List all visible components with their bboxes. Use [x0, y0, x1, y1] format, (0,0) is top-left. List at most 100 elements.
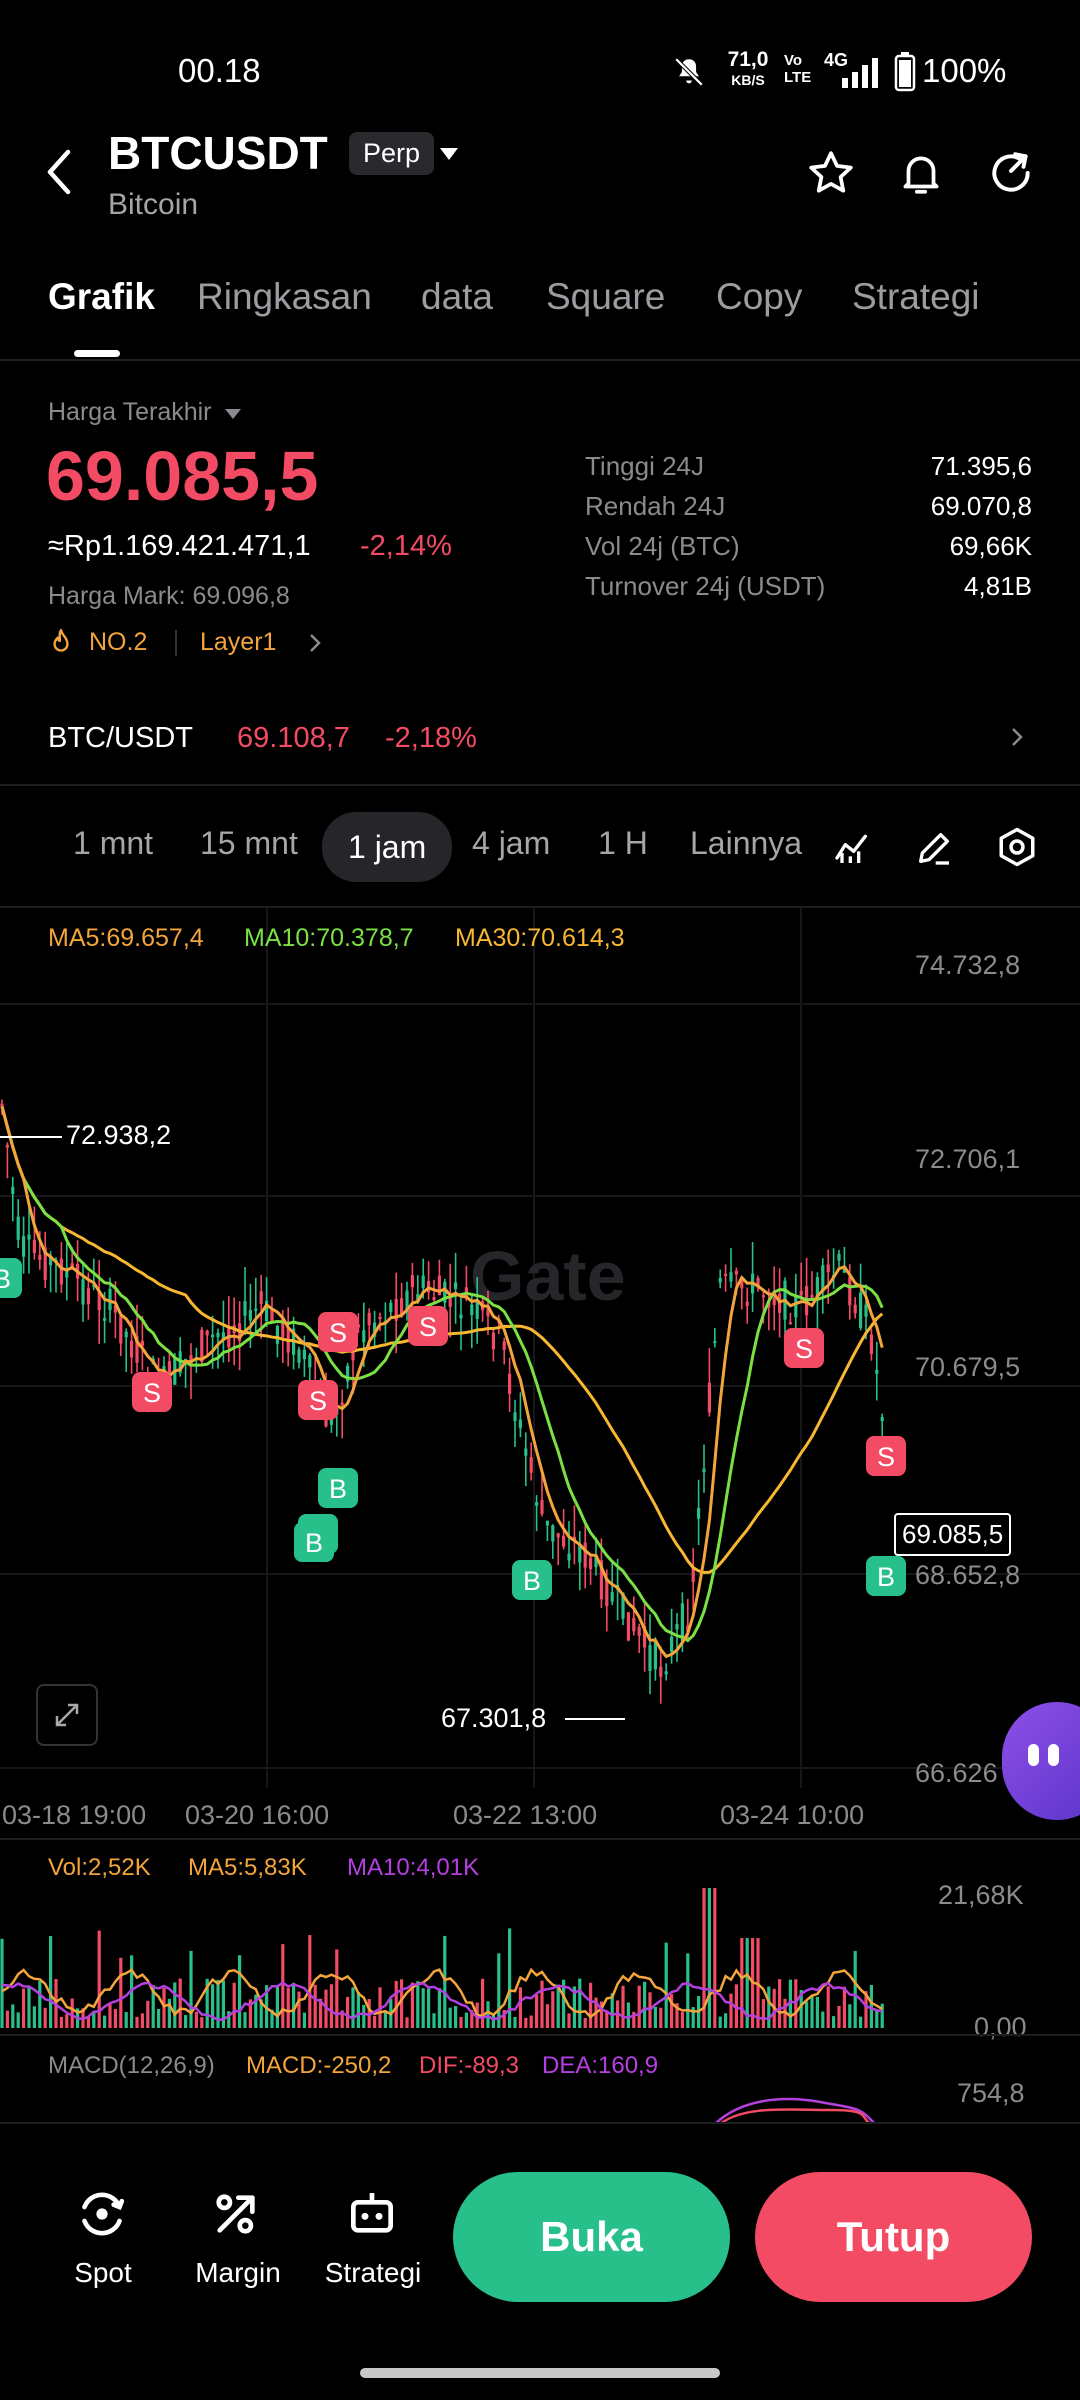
interval-1h[interactable]: 1 jam [322, 812, 453, 882]
volume-bar [292, 1982, 296, 2028]
spot-chevron-icon[interactable] [1010, 726, 1024, 748]
tab-grafik[interactable]: Grafik [48, 276, 155, 318]
volume-bar [815, 1996, 819, 2028]
spot-icon[interactable] [74, 2186, 130, 2242]
candle-body [86, 1288, 90, 1305]
macd-value: MACD:-250,2 [246, 2052, 392, 2079]
interval-1d[interactable]: 1 H [598, 825, 648, 862]
volume-bar [59, 2017, 63, 2028]
strategy-nav[interactable]: Strategi [313, 2257, 433, 2289]
volume-bar [859, 2016, 863, 2028]
spot-pair: BTC/USDT [48, 722, 193, 754]
tab-square[interactable]: Square [546, 276, 665, 318]
tab-data[interactable]: data [421, 276, 493, 318]
vol-ma5-line [1, 1967, 883, 2019]
perp-badge[interactable]: Perp [349, 132, 435, 175]
candle-body [389, 1302, 393, 1312]
volume-bar [238, 1955, 242, 2028]
spot-nav[interactable]: Spot [43, 2257, 163, 2289]
asset-name: Bitcoin [108, 188, 199, 221]
category-tag[interactable]: Layer1 [200, 628, 276, 657]
candle-body [211, 1334, 215, 1338]
chevron-right-icon[interactable] [308, 632, 322, 654]
candle-body [675, 1623, 679, 1630]
indicator-icon[interactable] [832, 828, 872, 868]
expand-chart-button[interactable] [36, 1684, 98, 1746]
interval-4h[interactable]: 4 jam [472, 825, 550, 862]
time-axis-label: 03-20 16:00 [185, 1800, 330, 1830]
volume-bar [416, 1981, 420, 2028]
svg-text:B: B [877, 1562, 895, 1592]
volume-bar [221, 1980, 225, 2028]
vol-legend: Vol:2,52K [48, 1854, 151, 1881]
candle-body [302, 1349, 306, 1360]
svg-text:S: S [143, 1378, 161, 1408]
high-marker-label: 72.938,2 [66, 1120, 172, 1150]
candle-body [637, 1626, 641, 1636]
settings-icon[interactable] [996, 826, 1038, 868]
candle-body [632, 1617, 636, 1632]
volume-bar [346, 1996, 350, 2028]
star-icon[interactable] [806, 148, 856, 198]
interval-1m[interactable]: 1 mnt [73, 825, 153, 862]
volume-chart [0, 1888, 884, 2028]
back-icon[interactable] [44, 148, 74, 196]
dea-value: DEA:160,9 [542, 2052, 659, 2079]
dif-value: DIF:-89,3 [419, 2052, 520, 2079]
price-axis-label: 74.732,8 [915, 950, 1021, 980]
candle-body [589, 1557, 593, 1570]
volume-bar [637, 1985, 641, 2028]
last-price: 69.085,5 [46, 437, 319, 515]
candle-body [205, 1330, 209, 1336]
candle-body [130, 1340, 134, 1358]
vol-ma10-legend: MA10:4,01K [347, 1854, 480, 1881]
low-marker-label: 67.301,8 [441, 1703, 547, 1733]
svg-text:B: B [523, 1566, 541, 1596]
volume-bar [157, 2008, 161, 2028]
volume-bar [11, 2004, 15, 2028]
interval-more[interactable]: Lainnya [690, 825, 802, 862]
margin-nav[interactable]: Margin [178, 2257, 298, 2289]
tab-strategi[interactable]: Strategi [852, 276, 980, 318]
tabs-divider [0, 359, 1080, 361]
stat-vol-label: Vol 24j (BTC) [585, 531, 740, 561]
sell-marker: S [132, 1372, 172, 1412]
open-position-button[interactable]: Buka [453, 2172, 730, 2302]
volume-bar [297, 1991, 301, 2028]
candle-body [826, 1264, 830, 1273]
tab-ringkasan[interactable]: Ringkasan [197, 276, 372, 318]
symbol-title[interactable]: BTCUSDT [108, 126, 328, 180]
candlestick-chart[interactable]: Gate BSSSSBBBBSSB [0, 908, 1080, 1788]
chart-grid [0, 908, 1080, 1788]
share-icon[interactable] [986, 148, 1036, 198]
volume-bar [27, 1986, 31, 2028]
candle-body [518, 1419, 522, 1429]
candle-body [734, 1270, 738, 1275]
volume-bar [707, 1888, 711, 2028]
volume-bar [86, 2016, 90, 2028]
bell-icon[interactable] [896, 148, 946, 198]
interval-15m[interactable]: 15 mnt [200, 825, 298, 862]
candle-body [448, 1297, 452, 1307]
buy-marker: B [512, 1560, 552, 1600]
volume-bar [16, 2012, 20, 2028]
draw-icon[interactable] [914, 828, 954, 868]
tab-copy[interactable]: Copy [716, 276, 802, 318]
volume-bar [518, 1987, 522, 2028]
last-price-label[interactable]: Harga Terakhir [48, 398, 242, 427]
tab-active-indicator [74, 350, 120, 357]
robot-icon[interactable] [344, 2186, 400, 2242]
volume-bar [211, 1984, 215, 2028]
stat-low-label: Rendah 24J [585, 491, 726, 521]
volume-bar [232, 1982, 236, 2028]
candle-body [859, 1292, 863, 1329]
rank-tag[interactable]: NO.2 [89, 628, 147, 657]
close-position-button[interactable]: Tutup [755, 2172, 1032, 2302]
symbol-dropdown-icon[interactable] [438, 146, 460, 162]
margin-icon[interactable] [208, 2186, 264, 2242]
candle-body [297, 1349, 301, 1363]
idr-price: ≈Rp1.169.421.471,1 [48, 530, 311, 562]
volume-bar [659, 2007, 663, 2028]
high-marker-line [0, 1136, 62, 1138]
candle-body [794, 1297, 798, 1318]
